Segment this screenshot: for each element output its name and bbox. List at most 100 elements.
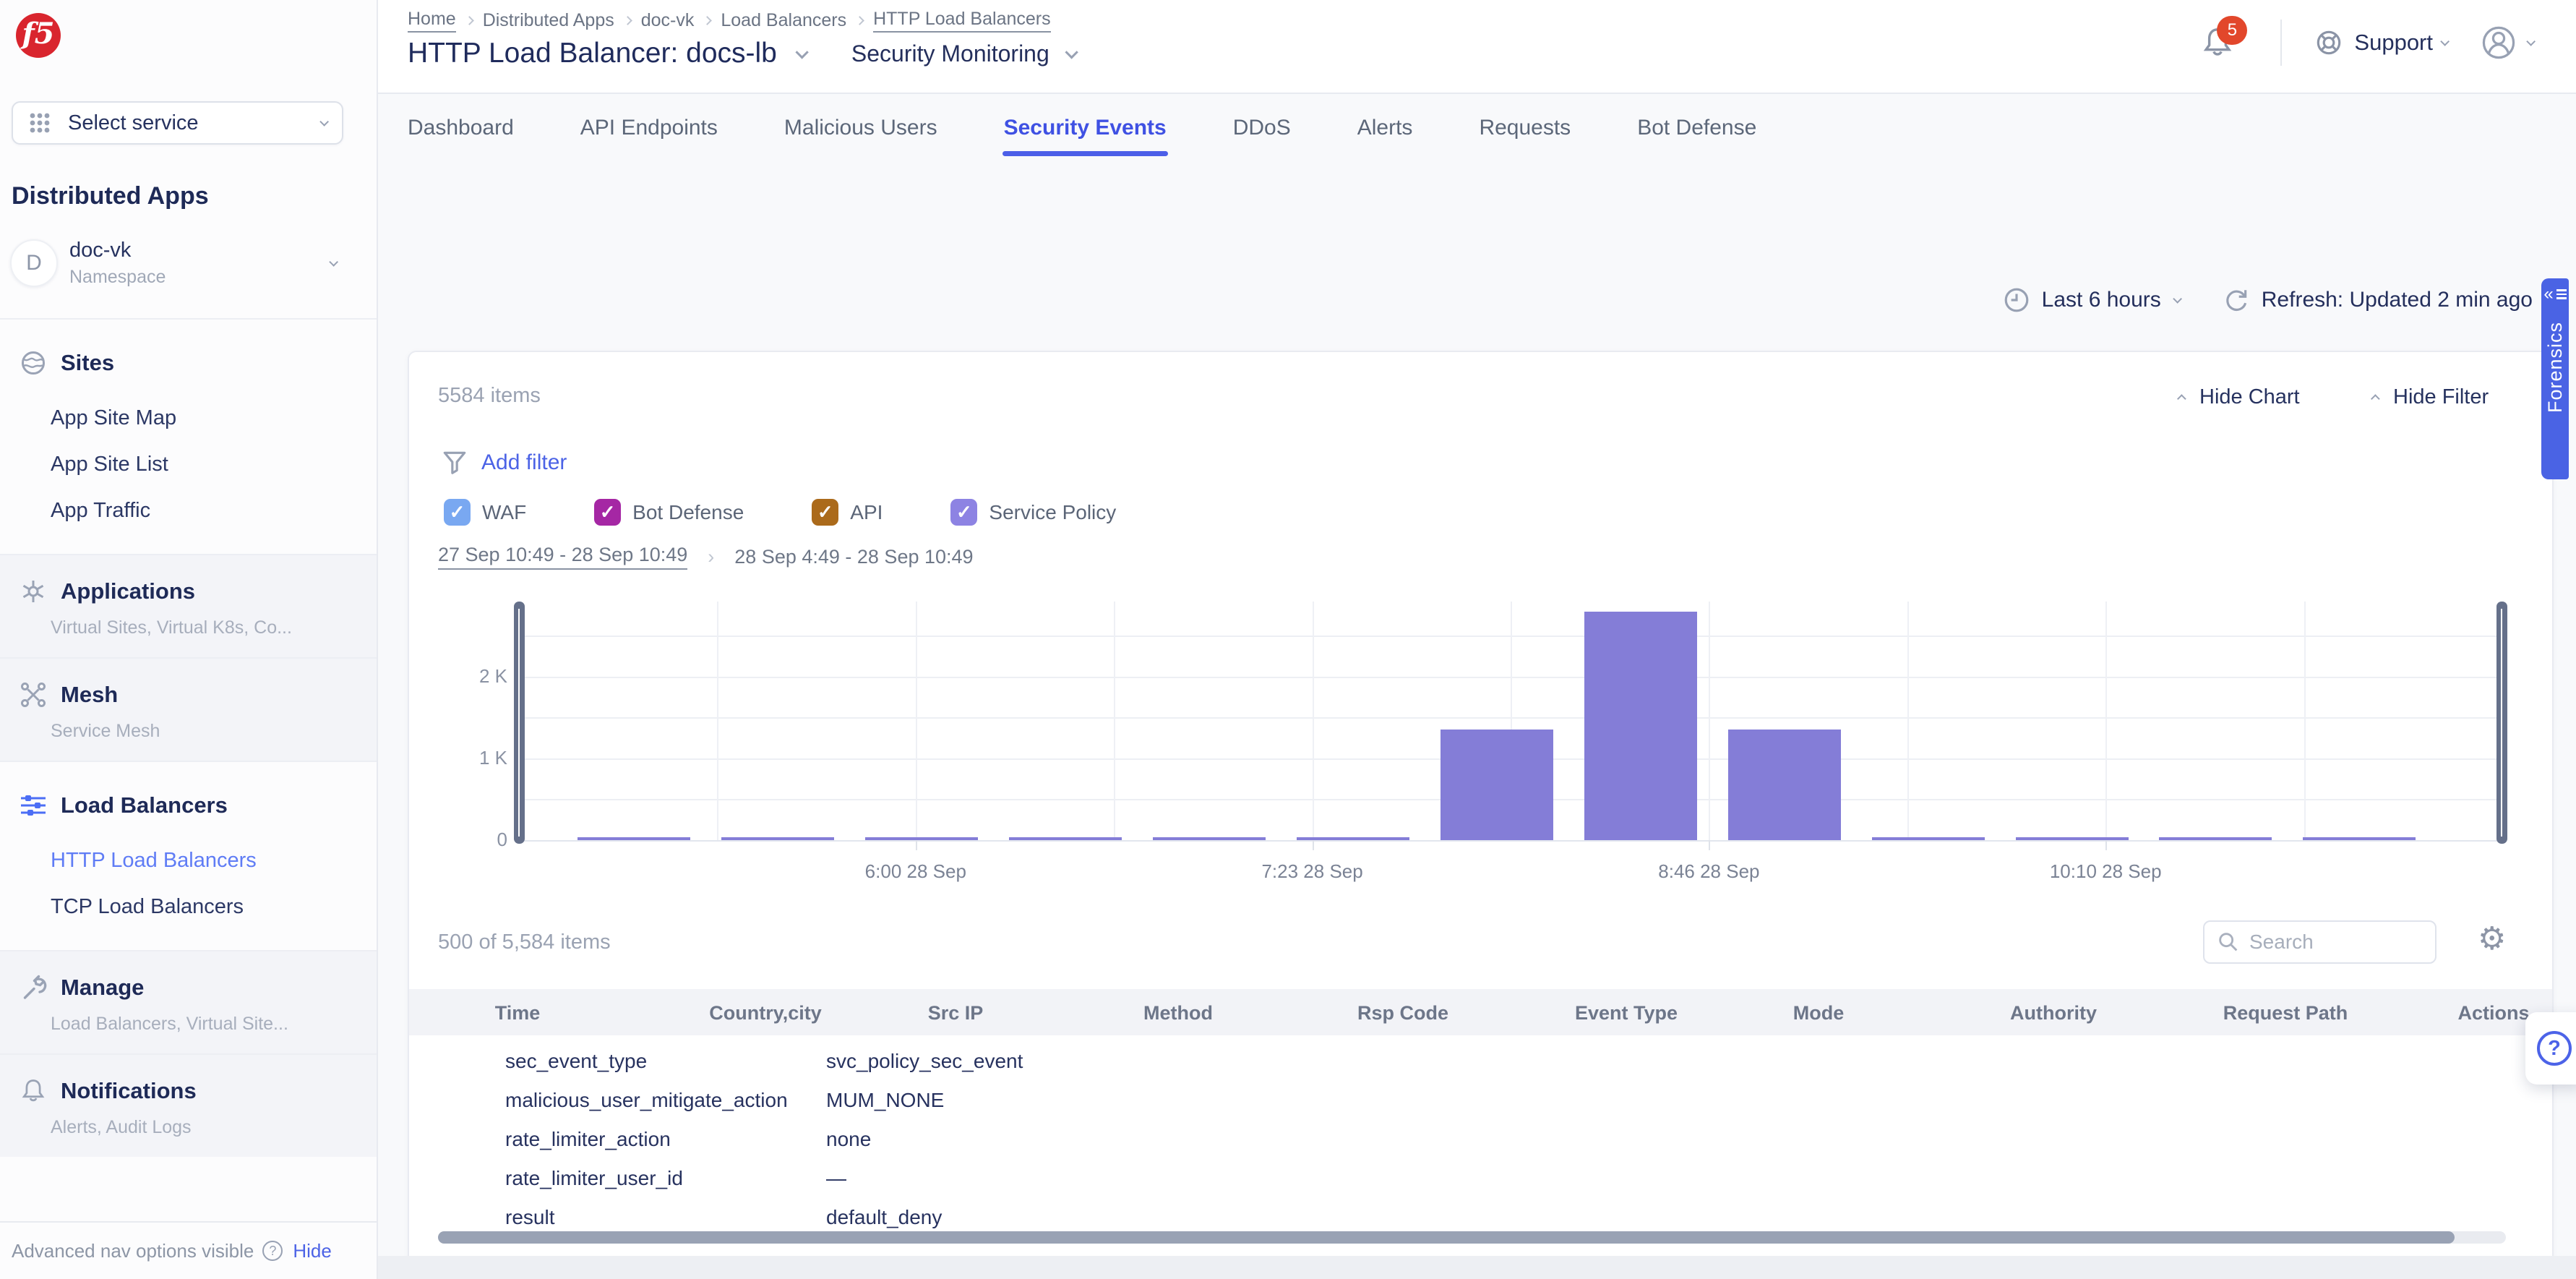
namespace-name: doc-vk <box>69 239 329 262</box>
column-header-method[interactable]: Method <box>1143 1002 1213 1025</box>
chart-bar <box>1009 837 1122 840</box>
column-header-time[interactable]: Time <box>495 1002 541 1025</box>
sidebar-section-manage: ManageLoad Balancers, Virtual Site... <box>0 950 377 1053</box>
bottom-strip <box>378 1256 2576 1279</box>
time-controls: Last 6 hours Refresh: Updated 2 min ago <box>2003 286 2533 314</box>
grid-icon <box>29 111 53 135</box>
table-row[interactable]: sec_event_type svc_policy_sec_event <box>409 1050 2552 1089</box>
filter-checkbox-waf[interactable]: ✓ WAF <box>444 499 526 526</box>
sidebar-section-header[interactable]: Mesh <box>0 676 377 714</box>
support-menu[interactable]: Support <box>2314 27 2447 58</box>
collapse-left-icon: « <box>2543 286 2553 303</box>
row-value: MUM_NONE <box>826 1089 944 1112</box>
horizontal-scrollbar-thumb[interactable] <box>438 1231 2455 1244</box>
chevron-right-icon: › <box>708 546 714 568</box>
gridline-v <box>2304 602 2306 840</box>
range-handle-right[interactable] <box>2496 602 2507 844</box>
tab-api-endpoints[interactable]: API Endpoints <box>580 116 718 156</box>
column-header-country-city[interactable]: Country,city <box>709 1002 822 1025</box>
sidebar-section-header[interactable]: Notifications <box>0 1072 377 1110</box>
column-header-event-type[interactable]: Event Type <box>1575 1002 1678 1025</box>
namespace-label: Namespace <box>69 267 329 288</box>
filter-label: WAF <box>482 501 526 524</box>
column-header-mode[interactable]: Mode <box>1793 1002 1845 1025</box>
tab-security-events[interactable]: Security Events <box>1004 116 1167 156</box>
row-key: rate_limiter_user_id <box>505 1167 683 1190</box>
table-row[interactable]: rate_limiter_user_id — <box>409 1167 2552 1206</box>
tab-dashboard[interactable]: Dashboard <box>408 116 514 156</box>
account-menu[interactable] <box>2480 24 2533 61</box>
sidebar-section-applications: Applications Virtual Sites, Virtual K8s, … <box>0 554 377 657</box>
tab-bar: Dashboard API Endpoints Malicious Users Sec… <box>408 116 1756 156</box>
table-row[interactable]: rate_limiter_action none <box>409 1128 2552 1167</box>
breadcrumb: Home Distributed Apps doc-vk Load Balancers… <box>408 9 1051 33</box>
y-tick-label: 0 <box>409 829 507 851</box>
row-key: sec_event_type <box>505 1050 647 1073</box>
sidebar-section-header[interactable]: Manage <box>0 969 377 1006</box>
tab-bot-defense[interactable]: Bot Defense <box>1637 116 1756 156</box>
column-header-rsp-code[interactable]: Rsp Code <box>1357 1002 1448 1025</box>
gridline-h <box>519 758 2502 760</box>
sidebar-section-subtitle: Virtual Sites, Virtual K8s, Co... <box>0 617 318 638</box>
hide-filter-label: Hide Filter <box>2393 385 2489 409</box>
hide-nav-link[interactable]: Hide <box>293 1240 331 1262</box>
table-row[interactable]: result default_deny <box>409 1206 2552 1231</box>
sidebar-section-header[interactable]: Applications <box>0 573 377 610</box>
column-header-request-path[interactable]: Request Path <box>2223 1002 2348 1025</box>
chevron-down-icon <box>2440 37 2450 46</box>
refresh-button[interactable]: Refresh: Updated 2 min ago <box>2223 286 2533 314</box>
help-circle-icon[interactable]: ? <box>262 1241 283 1261</box>
sidebar-item-http-load-balancers[interactable]: HTTP Load Balancers <box>0 837 377 884</box>
chevron-up-icon <box>2177 394 2186 403</box>
filter-checkbox-service-policy[interactable]: ✓ Service Policy <box>950 499 1116 526</box>
add-filter-button[interactable]: Add filter <box>441 449 567 476</box>
search-input[interactable] <box>2249 931 2416 954</box>
sidebar-section-title: Sites <box>61 350 114 376</box>
select-service-dropdown[interactable]: Select service <box>12 101 343 145</box>
monitoring-menu[interactable]: Security Monitoring <box>851 40 1049 67</box>
breadcrumb-item-distributed-apps[interactable]: Distributed Apps <box>483 10 614 31</box>
sidebar-section-header[interactable]: Sites <box>0 344 377 382</box>
filter-checkbox-api[interactable]: ✓ API <box>812 499 883 526</box>
namespace-dropdown[interactable]: D doc-vk Namespace <box>10 237 357 289</box>
gridline-h <box>519 840 2502 842</box>
table-settings-gear-icon[interactable]: ⚙ <box>2478 923 2506 955</box>
filter-checkbox-bot-defense[interactable]: ✓ Bot Defense <box>594 499 744 526</box>
tab-ddos[interactable]: DDoS <box>1233 116 1291 156</box>
title-chevron-icon[interactable] <box>795 46 808 59</box>
sidebar-section-header[interactable]: Load Balancers <box>0 787 377 824</box>
forensics-tab[interactable]: « Forensics <box>2541 278 2569 479</box>
help-button[interactable]: ? <box>2525 1012 2576 1085</box>
time-window-full[interactable]: 27 Sep 10:49 - 28 Sep 10:49 <box>438 544 687 570</box>
table-row[interactable]: malicious_user_mitigate_action MUM_NONE <box>409 1089 2552 1128</box>
hide-filter-toggle[interactable]: Hide Filter <box>2374 385 2489 409</box>
sidebar-item-app-site-list[interactable]: App Site List <box>0 441 377 487</box>
tab-requests[interactable]: Requests <box>1479 116 1571 156</box>
breadcrumb-item-home[interactable]: Home <box>408 9 456 33</box>
f5-logo-icon[interactable]: f5 <box>16 13 61 58</box>
x-tick-mark <box>1709 840 1710 850</box>
forensics-label: Forensics <box>2544 322 2567 413</box>
notifications-button[interactable]: 5 <box>2201 25 2249 61</box>
breadcrumb-item-doc-vk[interactable]: doc-vk <box>641 10 695 31</box>
tab-malicious-users[interactable]: Malicious Users <box>784 116 937 156</box>
breadcrumb-item-load-balancers[interactable]: Load Balancers <box>721 10 846 31</box>
time-window-selected: 28 Sep 4:49 - 28 Sep 10:49 <box>734 546 973 568</box>
hide-chart-toggle[interactable]: Hide Chart <box>2180 385 2300 409</box>
sidebar-item-tcp-load-balancers[interactable]: TCP Load Balancers <box>0 884 377 930</box>
chevron-down-icon[interactable] <box>1065 46 1078 59</box>
f5-logo-text: f5 <box>22 20 54 48</box>
horizontal-scrollbar[interactable] <box>438 1231 2506 1244</box>
column-header-authority[interactable]: Authority <box>2010 1002 2097 1025</box>
range-handle-left[interactable] <box>514 602 525 844</box>
tab-alerts[interactable]: Alerts <box>1357 116 1413 156</box>
total-items-count: 5584 items <box>438 384 541 408</box>
column-header-actions[interactable]: Actions <box>2457 1002 2529 1025</box>
time-range-dropdown[interactable]: Last 6 hours <box>2003 286 2179 314</box>
sidebar-item-app-site-map[interactable]: App Site Map <box>0 395 377 441</box>
column-header-src-ip[interactable]: Src IP <box>928 1002 984 1025</box>
gridline-h <box>519 717 2502 719</box>
chevron-down-icon <box>2526 37 2536 46</box>
sidebar-item-app-traffic[interactable]: App Traffic <box>0 487 377 534</box>
breadcrumb-item-http-load-balancers[interactable]: HTTP Load Balancers <box>873 9 1051 33</box>
